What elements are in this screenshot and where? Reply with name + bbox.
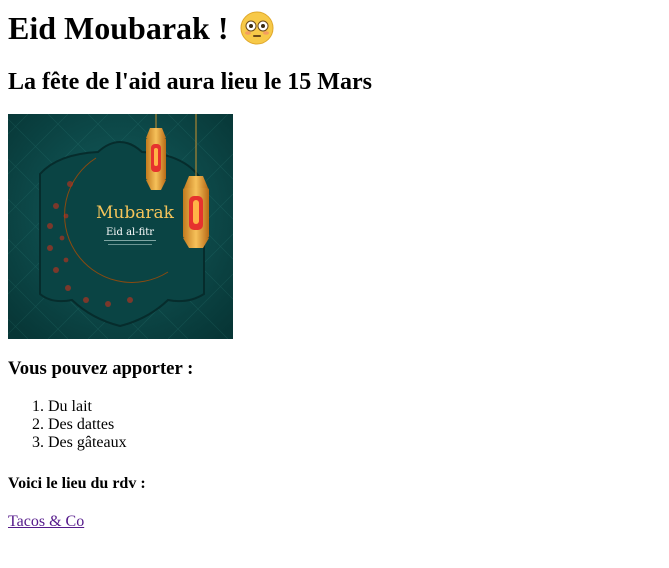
page: Eid Moubarak ! La fête de l'aid aura lie… <box>0 0 669 530</box>
flushed-face-icon <box>240 11 274 45</box>
page-title-text: Eid Moubarak ! <box>8 10 229 46</box>
bring-heading: Vous pouvez apporter : <box>8 358 194 379</box>
list-item: Des dattes <box>48 416 127 434</box>
location-heading: Voici le lieu du rdv : <box>8 475 146 492</box>
bring-list: Du lait Des dattes Des gâteaux <box>8 398 127 452</box>
page-title: Eid Moubarak ! <box>8 0 661 46</box>
eid-banner-image: Mubarak Eid al-fitr <box>7 113 234 340</box>
list-item: Du lait <box>48 398 127 416</box>
list-item: Des gâteaux <box>48 434 127 452</box>
location-link[interactable]: Tacos & Co <box>8 513 84 531</box>
event-date-heading: La fête de l'aid aura lieu le 15 Mars <box>8 69 372 95</box>
banner-subtitle: Eid al-fitr <box>106 227 154 238</box>
banner-title: Mubarak <box>96 203 175 223</box>
